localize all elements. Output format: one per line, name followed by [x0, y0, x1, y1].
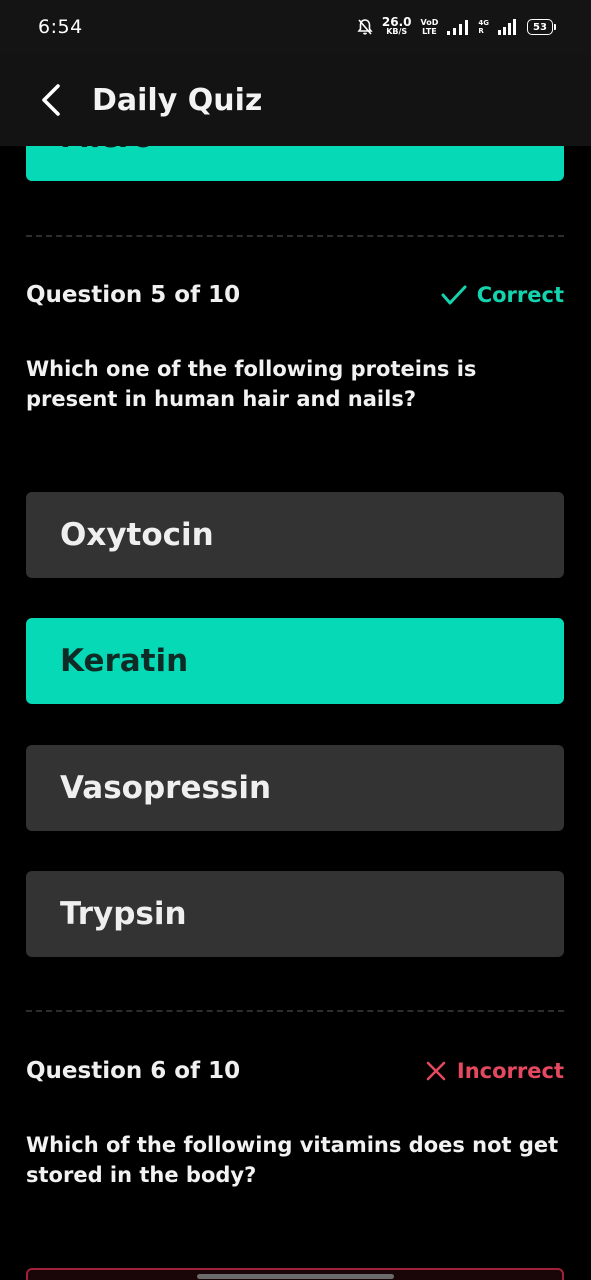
status-badge-incorrect: Incorrect: [425, 1059, 564, 1083]
status-badge-correct: Correct: [441, 283, 564, 307]
page-title: Daily Quiz: [92, 82, 263, 118]
answer-option[interactable]: Trypsin: [26, 871, 564, 957]
network-4g-indicator: 4G R: [478, 19, 489, 35]
volte-top: VoD: [420, 18, 439, 27]
question-header: Question 5 of 10 Correct: [26, 282, 564, 308]
question-number: Question 5 of 10: [26, 282, 241, 308]
signal-icon-2: [498, 19, 516, 35]
back-button[interactable]: [22, 70, 82, 130]
question-text: Which one of the following proteins is p…: [26, 357, 477, 411]
question-number: Question 6 of 10: [26, 1058, 241, 1084]
volte-bottom: LTE: [422, 27, 437, 36]
status-label: Incorrect: [456, 1059, 564, 1083]
network-speed-value: 26.0: [381, 15, 412, 29]
checkmark-icon: [441, 285, 467, 305]
status-label: Correct: [476, 283, 564, 307]
answer-option[interactable]: Vasopressin: [26, 745, 564, 831]
battery-icon: 53: [527, 19, 556, 35]
answer-option[interactable]: Oxytocin: [26, 492, 564, 578]
question-header: Question 6 of 10 Incorrect: [26, 1058, 564, 1084]
signal-icon: [447, 20, 469, 35]
status-bar: 6:54 26.0 KB/S VoD LTE 4G R 53: [0, 0, 591, 54]
status-icons: 26.0 KB/S VoD LTE 4G R 53: [357, 15, 556, 36]
network-4g-bottom: R: [478, 27, 484, 35]
question-text: Which of the following vitamins does not…: [26, 1133, 559, 1187]
section-divider: [26, 1010, 564, 1012]
section-divider: [26, 235, 564, 237]
network-speed-unit: KB/S: [386, 27, 408, 36]
home-indicator[interactable]: [197, 1274, 394, 1279]
status-time: 6:54: [38, 16, 83, 38]
volte-indicator: VoD LTE: [420, 18, 438, 36]
chevron-left-icon: [42, 84, 60, 116]
screen: 6:54 26.0 KB/S VoD LTE 4G R 53 Daily Qui…: [0, 0, 591, 1280]
cross-icon: [426, 1061, 446, 1081]
network-4g-top: 4G: [478, 19, 489, 27]
app-bar: Daily Quiz: [0, 54, 591, 146]
bell-off-icon: [357, 19, 373, 35]
answer-option-selected[interactable]: Keratin: [26, 618, 564, 704]
network-speed: 26.0 KB/S: [381, 15, 412, 36]
